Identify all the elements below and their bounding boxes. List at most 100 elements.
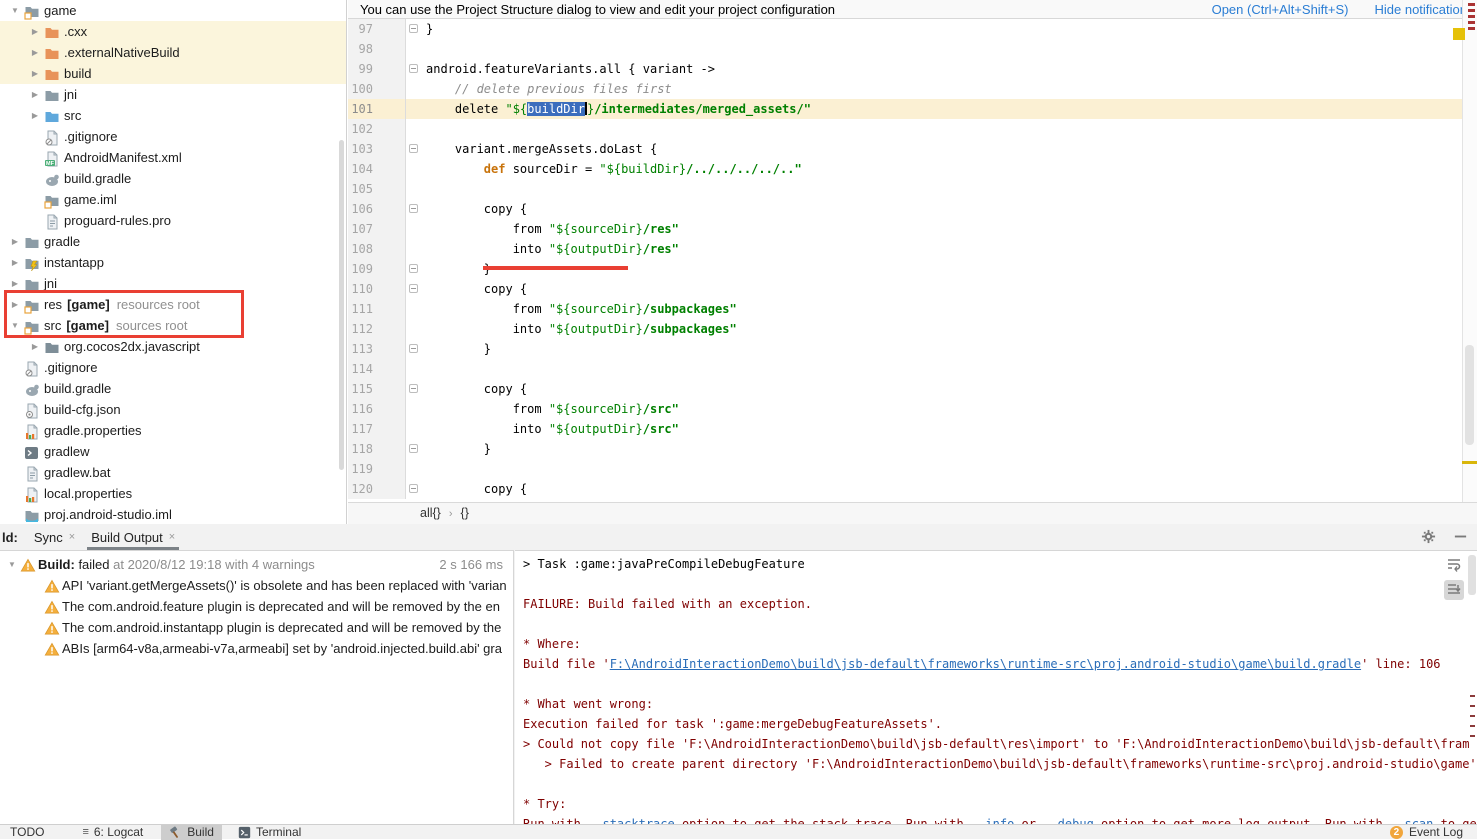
code-editor[interactable]: 97} 98 99 android.featureVariants.all { var… <box>348 19 1462 502</box>
tree-item-.gitignore[interactable]: .gitignore <box>0 357 346 378</box>
console-link[interactable]: F:\AndroidInteractionDemo\build\jsb-defa… <box>610 657 1361 671</box>
tree-item-.externalnativebuild[interactable]: ▶ .externalNativeBuild <box>0 42 346 63</box>
fold-marker[interactable] <box>406 339 422 359</box>
error-stripe-mark[interactable] <box>1468 3 1475 6</box>
code-line-103[interactable]: 103 variant.mergeAssets.doLast { <box>348 139 1462 159</box>
code-line-98[interactable]: 98 <box>348 39 1462 59</box>
code-line-108[interactable]: 108 into "${outputDir}/res" <box>348 239 1462 259</box>
code-line-120[interactable]: 120 copy { <box>348 479 1462 499</box>
tree-item-gradle[interactable]: ▶ gradle <box>0 231 346 252</box>
build-result-row[interactable]: ▼ Build: failed at 2020/8/12 19:18 with … <box>0 554 513 575</box>
fold-marker[interactable] <box>406 139 422 159</box>
chevron-right-icon[interactable]: ▶ <box>26 21 44 42</box>
code-line-112[interactable]: 112 into "${outputDir}/subpackages" <box>348 319 1462 339</box>
breadcrumb-item[interactable]: {} <box>461 506 469 520</box>
code-line-113[interactable]: 113 } <box>348 339 1462 359</box>
tree-item-game[interactable]: ▼ game <box>0 0 346 21</box>
code-line-119[interactable]: 119 <box>348 459 1462 479</box>
tree-item-gradlew.bat[interactable]: gradlew.bat <box>0 462 346 483</box>
editor-scrollbar-thumb[interactable] <box>1465 345 1474 445</box>
gear-icon[interactable] <box>1421 529 1437 545</box>
console-link[interactable]: --scan <box>1390 817 1433 824</box>
tree-item-build-cfg.json[interactable]: build-cfg.json <box>0 399 346 420</box>
tree-item-proj.android-studio.iml[interactable]: proj.android-studio.iml <box>0 504 346 525</box>
code-line-102[interactable]: 102 <box>348 119 1462 139</box>
chevron-right-icon[interactable]: ▶ <box>26 84 44 105</box>
code-line-101[interactable]: 101 delete "${buildDir}/intermediates/me… <box>348 99 1462 119</box>
code-line-99[interactable]: 99 android.featureVariants.all { variant … <box>348 59 1462 79</box>
tree-item-proguard-rules.pro[interactable]: proguard-rules.pro <box>0 210 346 231</box>
tab-sync[interactable]: Sync × <box>26 524 83 550</box>
chevron-right-icon[interactable]: ▶ <box>6 231 24 252</box>
fold-marker[interactable] <box>406 199 422 219</box>
code-line-97[interactable]: 97} <box>348 19 1462 39</box>
code-line-116[interactable]: 116 from "${sourceDir}/src" <box>348 399 1462 419</box>
tab-build-output[interactable]: Build Output × <box>83 524 183 550</box>
chevron-down-icon[interactable]: ▼ <box>6 0 24 21</box>
minimize-icon[interactable] <box>1453 529 1469 545</box>
notification-open-link[interactable]: Open (Ctrl+Alt+Shift+S) <box>1212 2 1349 17</box>
code-line-100[interactable]: 100 // delete previous files first <box>348 79 1462 99</box>
build-warning-row[interactable]: ABIs [arm64-v8a,armeabi-v7a,armeabi] set… <box>0 638 513 659</box>
chevron-right-icon[interactable]: ▶ <box>26 63 44 84</box>
fold-marker[interactable] <box>406 59 422 79</box>
code-line-104[interactable]: 104 def sourceDir = "${buildDir}/../../.… <box>348 159 1462 179</box>
code-line-117[interactable]: 117 into "${outputDir}/src" <box>348 419 1462 439</box>
console-link[interactable]: --debug <box>1043 817 1094 824</box>
chevron-down-icon[interactable]: ▼ <box>4 554 20 575</box>
code-line-105[interactable]: 105 <box>348 179 1462 199</box>
tree-item-build[interactable]: ▶ build <box>0 63 346 84</box>
statusbar-logcat-button[interactable]: ≡ 6: Logcat <box>74 825 151 840</box>
tree-item-org.cocos2dx.javascript[interactable]: ▶ org.cocos2dx.javascript <box>0 336 346 357</box>
scroll-to-end-icon[interactable] <box>1444 580 1464 600</box>
fold-marker[interactable] <box>406 259 422 279</box>
tree-item-.gitignore[interactable]: .gitignore <box>0 126 346 147</box>
statusbar-build-button[interactable]: Build <box>161 824 222 840</box>
code-line-115[interactable]: 115 copy { <box>348 379 1462 399</box>
chevron-right-icon[interactable]: ▶ <box>26 105 44 126</box>
chevron-right-icon[interactable]: ▶ <box>6 252 24 273</box>
tree-item-gradle.properties[interactable]: gradle.properties <box>0 420 346 441</box>
statusbar-todo-button[interactable]: TODO <box>2 825 52 840</box>
console-scrollbar-thumb[interactable] <box>1468 555 1476 595</box>
fold-marker[interactable] <box>406 279 422 299</box>
code-line-111[interactable]: 111 from "${sourceDir}/subpackages" <box>348 299 1462 319</box>
tab-close-icon[interactable]: × <box>169 531 175 543</box>
tree-item-game.iml[interactable]: game.iml <box>0 189 346 210</box>
chevron-right-icon[interactable]: ▶ <box>26 42 44 63</box>
code-line-106[interactable]: 106 copy { <box>348 199 1462 219</box>
code-line-107[interactable]: 107 from "${sourceDir}/res" <box>348 219 1462 239</box>
build-warning-row[interactable]: API 'variant.getMergeAssets()' is obsole… <box>0 575 513 596</box>
tree-item-jni[interactable]: ▶ jni <box>0 84 346 105</box>
code-line-114[interactable]: 114 <box>348 359 1462 379</box>
breadcrumb-item[interactable]: all{} <box>420 506 441 520</box>
tree-item-.cxx[interactable]: ▶ .cxx <box>0 21 346 42</box>
build-warning-row[interactable]: The com.android.instantapp plugin is dep… <box>0 617 513 638</box>
notification-hide-link[interactable]: Hide notification <box>1375 2 1468 17</box>
chevron-right-icon[interactable]: ▶ <box>26 336 44 357</box>
code-line-110[interactable]: 110 copy { <box>348 279 1462 299</box>
soft-wrap-icon[interactable] <box>1444 554 1464 574</box>
project-tree-scrollbar[interactable] <box>339 140 344 470</box>
code-line-118[interactable]: 118 } <box>348 439 1462 459</box>
error-stripe-mark[interactable] <box>1468 15 1475 18</box>
fold-marker[interactable] <box>406 439 422 459</box>
tree-item-src[interactable]: ▶ src <box>0 105 346 126</box>
console-link[interactable]: --info <box>971 817 1014 824</box>
fold-marker[interactable] <box>406 19 422 39</box>
fold-marker[interactable] <box>406 379 422 399</box>
tree-item-local.properties[interactable]: local.properties <box>0 483 346 504</box>
build-warning-row[interactable]: The com.android.feature plugin is deprec… <box>0 596 513 617</box>
tree-item-gradlew[interactable]: gradlew <box>0 441 346 462</box>
tree-item-androidmanifest.xml[interactable]: MF AndroidManifest.xml <box>0 147 346 168</box>
statusbar-terminal-button[interactable]: Terminal <box>230 825 309 840</box>
warning-stripe-mark[interactable] <box>1462 461 1477 464</box>
tree-item-instantapp[interactable]: ▶ instantapp <box>0 252 346 273</box>
build-console[interactable]: > Task :game:javaPreCompileDebugFeature F… <box>515 550 1477 824</box>
fold-marker[interactable] <box>406 479 422 499</box>
tree-item-build.gradle[interactable]: build.gradle <box>0 168 346 189</box>
console-link[interactable]: --stacktrace <box>588 817 675 824</box>
error-stripe-mark[interactable] <box>1468 21 1475 24</box>
statusbar-event-log[interactable]: 2 Event Log <box>1389 825 1463 839</box>
error-stripe-mark[interactable] <box>1468 27 1475 30</box>
